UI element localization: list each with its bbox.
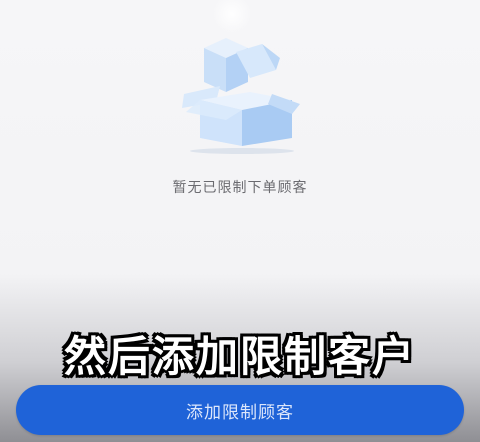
video-caption: 然后添加限制客户	[63, 332, 416, 381]
top-glare	[212, 0, 252, 34]
open-box-icon	[182, 38, 300, 154]
add-button-label: 添加限制顾客	[186, 402, 294, 423]
add-restricted-customer-button[interactable]: 添加限制顾客	[16, 385, 464, 435]
screen: 暂无已限制下单顾客 然后添加限制客户 添加限制顾客	[0, 0, 480, 442]
empty-state-message: 暂无已限制下单顾客	[172, 180, 308, 196]
